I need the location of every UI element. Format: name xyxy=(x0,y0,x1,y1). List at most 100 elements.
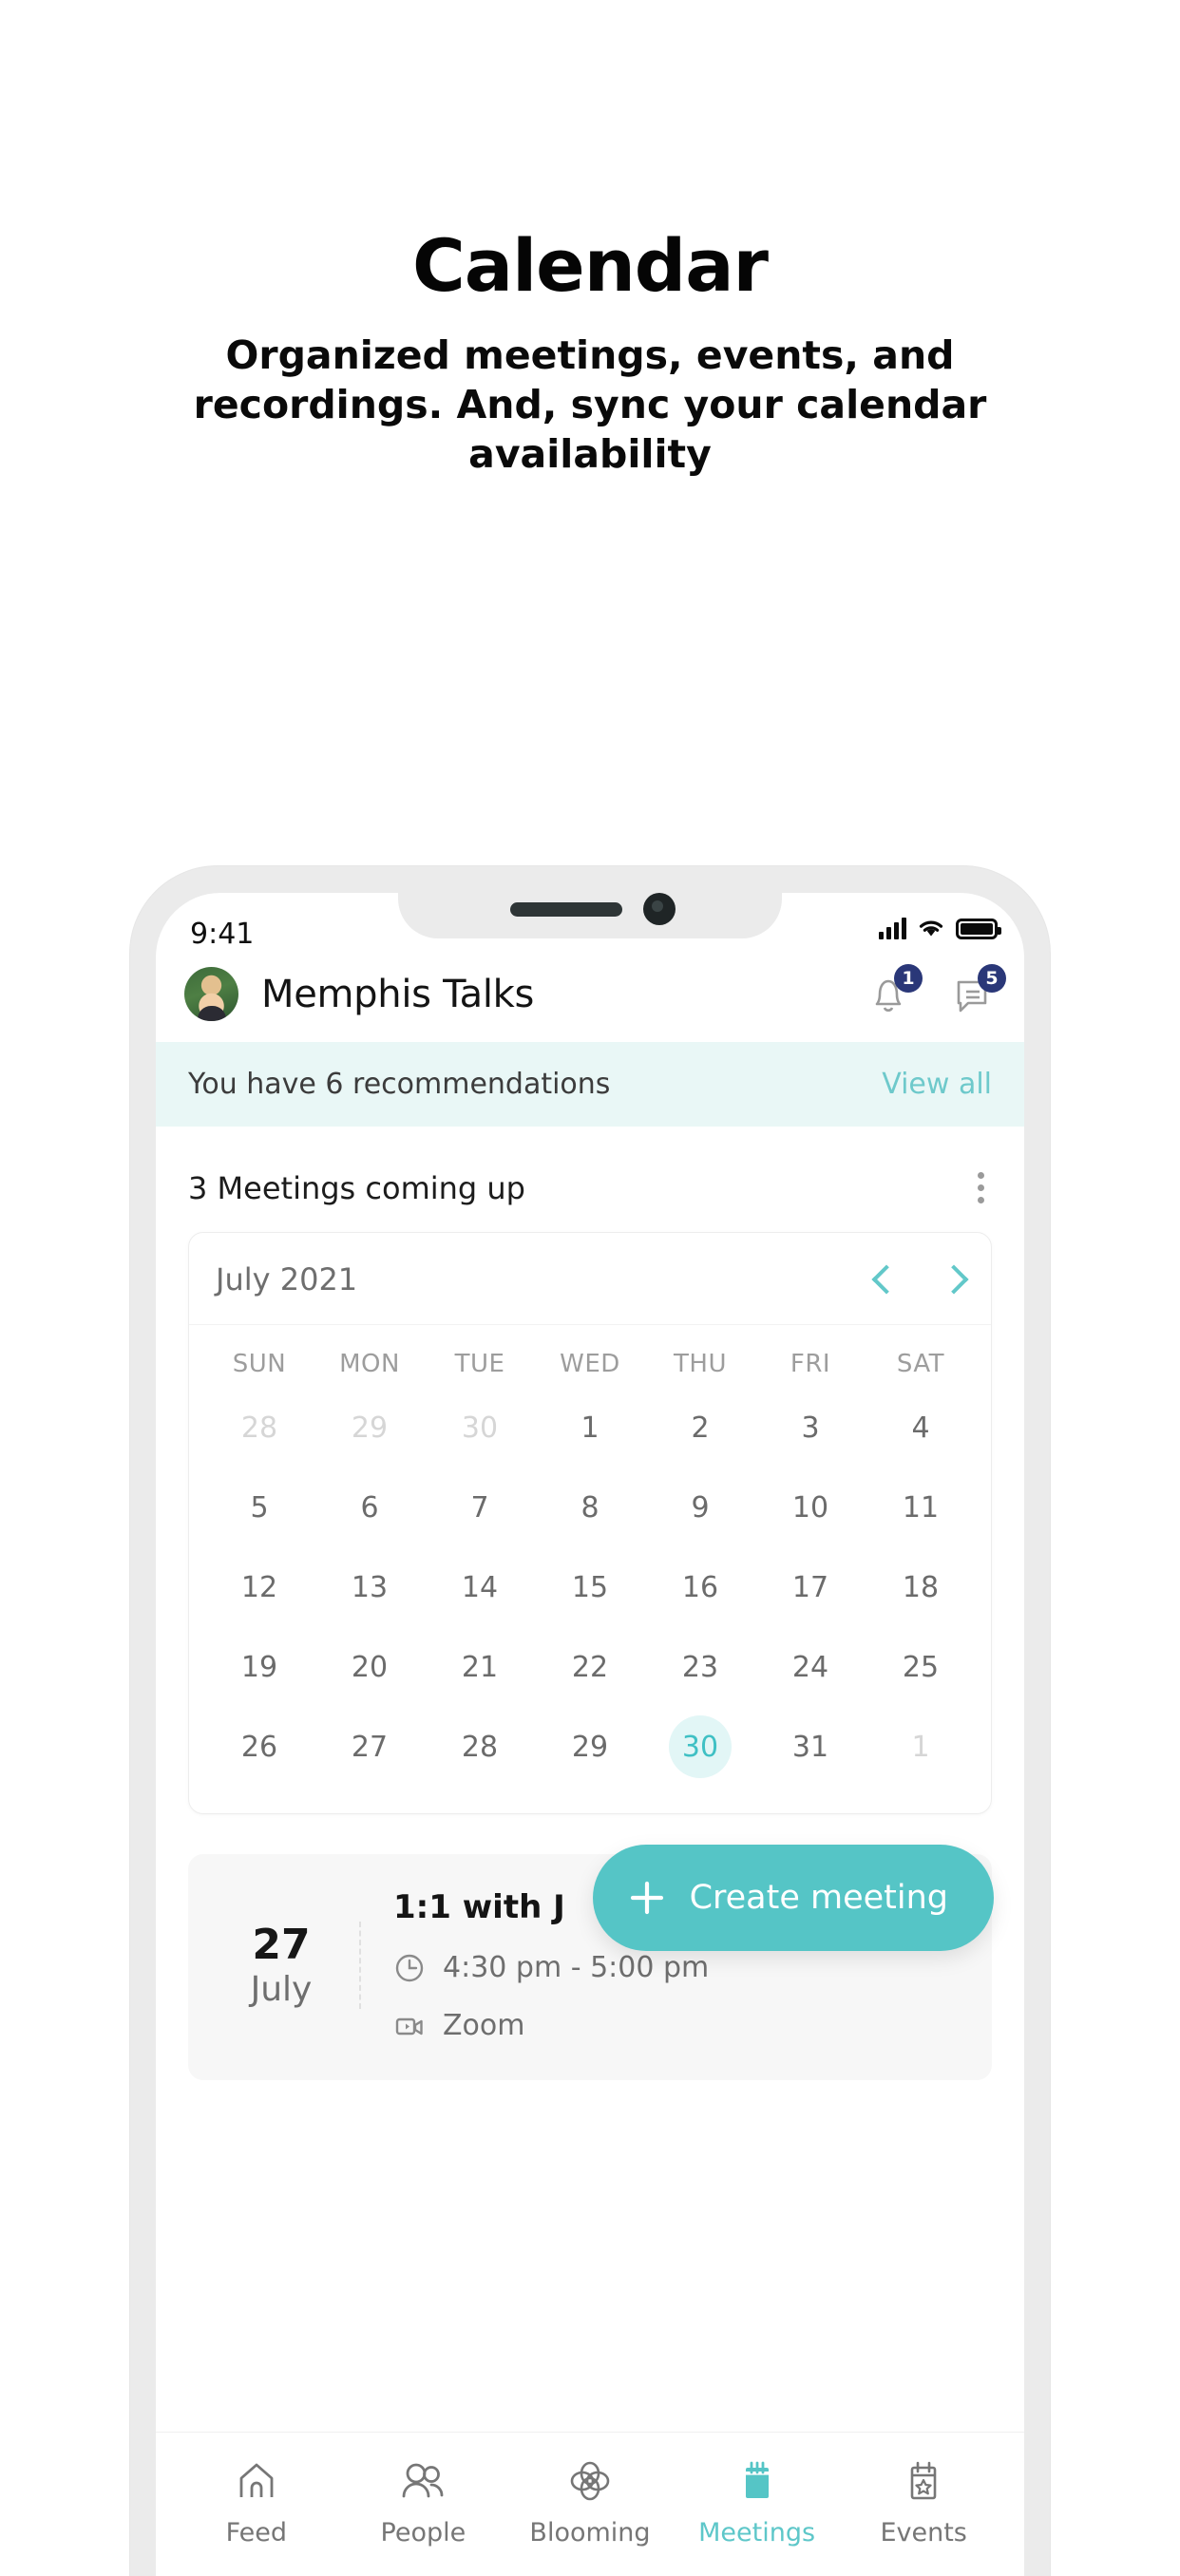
chevron-right-icon[interactable] xyxy=(936,1265,964,1294)
phone-frame: 9:41 Memphis Talks 1 5 You have 6 recomm… xyxy=(130,866,1050,2576)
calendar-day[interactable]: 22 xyxy=(535,1631,645,1703)
calendar-day-number: 2 xyxy=(691,1411,710,1445)
recommendation-banner[interactable]: You have 6 recommendations View all xyxy=(156,1042,1024,1127)
calendar-day[interactable]: 30 xyxy=(645,1711,755,1783)
video-camera-icon xyxy=(395,2017,423,2035)
calendar-day[interactable]: 28 xyxy=(204,1392,314,1464)
battery-full-icon xyxy=(956,918,1001,939)
calendar-day[interactable]: 6 xyxy=(314,1471,425,1544)
calendar-day[interactable]: 7 xyxy=(425,1471,535,1544)
app-bar: Memphis Talks 1 5 xyxy=(156,956,1024,1042)
meeting-platform: Zoom xyxy=(443,2009,525,2042)
calendar-day[interactable]: 28 xyxy=(425,1711,535,1783)
messages-badge: 5 xyxy=(978,963,1006,993)
calendar-day[interactable]: 25 xyxy=(866,1631,976,1703)
create-meeting-button[interactable]: Create meeting xyxy=(592,1845,994,1951)
meeting-time-row: 4:30 pm - 5:00 pm xyxy=(393,1951,963,1984)
clock-icon xyxy=(395,1954,424,1981)
tab-events[interactable]: Events xyxy=(840,2457,1007,2548)
tab-people[interactable]: People xyxy=(340,2457,507,2548)
calendar-day-number: 18 xyxy=(902,1570,940,1604)
calendar-card: July 2021 SUN MON TUE WED THU FRI SAT 28… xyxy=(188,1232,992,1814)
people-icon xyxy=(402,2463,444,2498)
calendar-day[interactable]: 20 xyxy=(314,1631,425,1703)
calendar-day[interactable]: 21 xyxy=(425,1631,535,1703)
calendar-day[interactable]: 29 xyxy=(314,1392,425,1464)
calendar-day-number: 10 xyxy=(791,1490,829,1525)
recommendation-text: You have 6 recommendations xyxy=(188,1068,611,1101)
status-bar: 9:41 xyxy=(156,893,1024,956)
cellular-signal-icon xyxy=(879,918,906,939)
calendar-day[interactable]: 16 xyxy=(645,1551,755,1623)
notifications-button[interactable]: 1 xyxy=(865,963,923,1019)
avatar[interactable] xyxy=(184,967,238,1021)
calendar-day[interactable]: 12 xyxy=(204,1551,314,1623)
calendar-day[interactable]: 30 xyxy=(425,1392,535,1464)
calendar-day[interactable]: 1 xyxy=(866,1711,976,1783)
weekday-label: THU xyxy=(674,1350,727,1378)
calendar-day[interactable]: 4 xyxy=(866,1392,976,1464)
weekday-label: TUE xyxy=(454,1350,505,1378)
calendar-day[interactable]: 13 xyxy=(314,1551,425,1623)
calendar-day[interactable]: 5 xyxy=(204,1471,314,1544)
speaker-grille-icon xyxy=(510,902,622,917)
calendar-day[interactable]: 31 xyxy=(755,1711,866,1783)
calendar-day[interactable]: 24 xyxy=(755,1631,866,1703)
phone-screen: 9:41 Memphis Talks 1 5 You have 6 recomm… xyxy=(156,893,1024,2576)
messages-button[interactable]: 5 xyxy=(948,963,1006,1019)
calendar-day-number: 27 xyxy=(351,1730,389,1764)
calendar-day[interactable]: 14 xyxy=(425,1551,535,1623)
plus-icon xyxy=(630,1881,663,1915)
kebab-menu-icon[interactable] xyxy=(970,1165,992,1211)
tab-meetings[interactable]: Meetings xyxy=(674,2457,841,2548)
calendar-day[interactable]: 26 xyxy=(204,1711,314,1783)
meeting-card[interactable]: 27 July 1:1 with J 4:30 pm - 5:00 pm Zoo… xyxy=(188,1845,994,2080)
bottom-tab-bar: Feed People Blooming Meetings Events xyxy=(156,2432,1024,2576)
calendar-day[interactable]: 17 xyxy=(755,1551,866,1623)
calendar-day[interactable]: 9 xyxy=(645,1471,755,1544)
meetings-section-title: 3 Meetings coming up xyxy=(188,1169,525,1206)
calendar-day[interactable]: 19 xyxy=(204,1631,314,1703)
meeting-date-month: July xyxy=(250,1969,313,2009)
calendar-day-number: 19 xyxy=(240,1650,278,1684)
tab-label: People xyxy=(380,2518,466,2548)
tab-blooming[interactable]: Blooming xyxy=(506,2457,674,2548)
meeting-date-number: 27 xyxy=(252,1921,311,1970)
calendar-day[interactable]: 1 xyxy=(535,1392,645,1464)
meeting-time: 4:30 pm - 5:00 pm xyxy=(443,1951,710,1984)
tab-feed[interactable]: Feed xyxy=(173,2457,340,2548)
calendar-day[interactable]: 15 xyxy=(535,1551,645,1623)
calendar-month-label: July 2021 xyxy=(216,1261,358,1297)
calendar-day-number: 28 xyxy=(240,1411,278,1445)
notch xyxy=(398,893,782,938)
calendar-day[interactable]: 10 xyxy=(755,1471,866,1544)
calendar-day[interactable]: 29 xyxy=(535,1711,645,1783)
calendar-day[interactable]: 2 xyxy=(645,1392,755,1464)
calendar-day-number: 3 xyxy=(801,1411,820,1445)
calendar-day-number: 28 xyxy=(461,1730,499,1764)
calendar-day[interactable]: 18 xyxy=(866,1551,976,1623)
calendar-day-number: 6 xyxy=(360,1490,379,1525)
home-icon xyxy=(239,2463,274,2497)
calendar-day[interactable]: 8 xyxy=(535,1471,645,1544)
calendar-day[interactable]: 11 xyxy=(866,1471,976,1544)
page-title: Calendar xyxy=(412,223,769,308)
view-all-link[interactable]: View all xyxy=(882,1068,992,1101)
calendar-day-number: 30 xyxy=(461,1411,499,1445)
calendar-day-number: 26 xyxy=(240,1730,278,1764)
calendar-day[interactable]: 3 xyxy=(755,1392,866,1464)
calendar-header: July 2021 xyxy=(189,1233,991,1325)
weekday-label: FRI xyxy=(790,1350,831,1378)
meetings-section-header: 3 Meetings coming up xyxy=(156,1127,1024,1232)
calendar-day[interactable]: 27 xyxy=(314,1711,425,1783)
calendar-weekday-row: SUN MON TUE WED THU FRI SAT xyxy=(189,1325,991,1382)
calendar-day[interactable]: 23 xyxy=(645,1631,755,1703)
calendar-day-number: 30 xyxy=(669,1715,732,1778)
chevron-left-icon[interactable] xyxy=(871,1265,900,1294)
meeting-date: 27 July xyxy=(217,1922,361,2009)
calendar-day-number: 21 xyxy=(461,1650,499,1684)
status-indicators xyxy=(879,918,1001,939)
calendar-day-number: 9 xyxy=(691,1490,710,1525)
tab-label: Events xyxy=(880,2518,967,2548)
calendar-day-number: 11 xyxy=(902,1490,940,1525)
